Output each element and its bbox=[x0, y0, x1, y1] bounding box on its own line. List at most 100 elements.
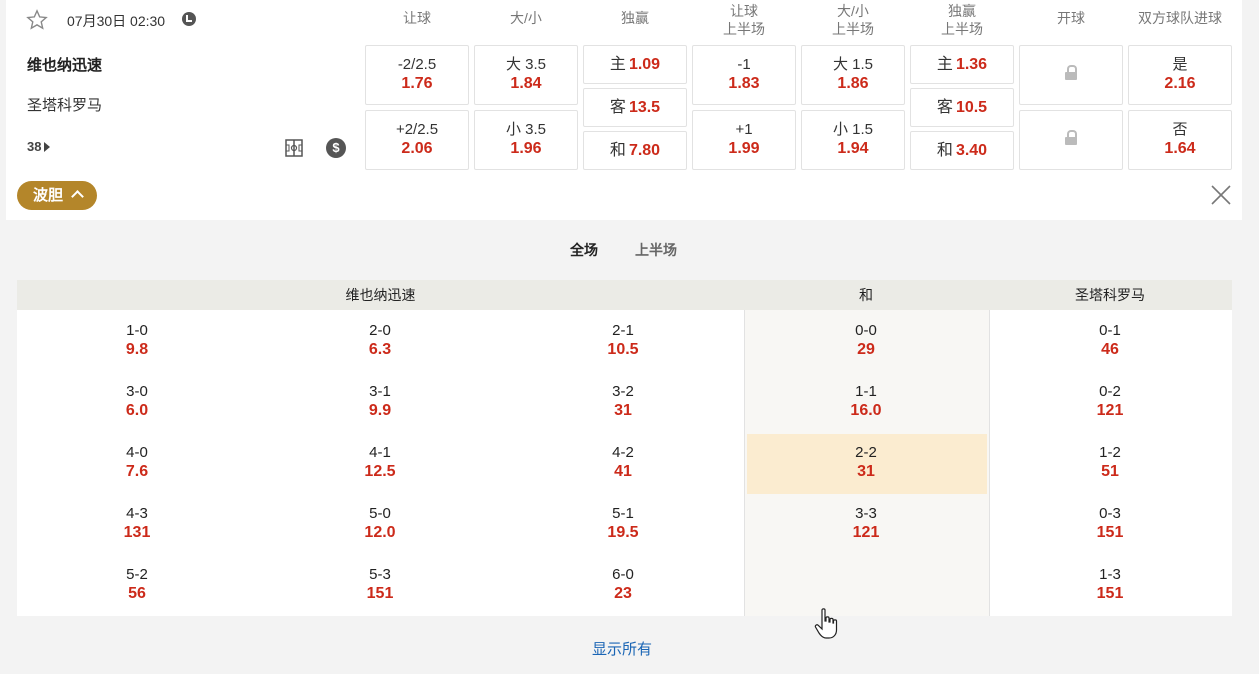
score-cell[interactable]: 1-0 9.8 bbox=[17, 321, 257, 360]
score-cell[interactable]: 1-2 51 bbox=[990, 443, 1230, 482]
odds-cell-handicap-1h[interactable]: +1 1.99 bbox=[692, 110, 796, 170]
odds-cell-handicap-1h[interactable]: -1 1.83 bbox=[692, 45, 796, 105]
more-markets-link[interactable]: 38 bbox=[27, 139, 51, 154]
odds-cell-over-under-1h[interactable]: 小 1.5 1.94 bbox=[801, 110, 905, 170]
score-cell[interactable]: 0-1 46 bbox=[990, 321, 1230, 360]
odds-line: +2/2.5 bbox=[395, 121, 439, 138]
score-cell[interactable]: 5-1 19.5 bbox=[503, 504, 743, 543]
odds-line: +1 bbox=[735, 121, 753, 138]
score-odds: 12.5 bbox=[364, 463, 396, 480]
score-cell[interactable]: 2-1 10.5 bbox=[503, 321, 743, 360]
odds-line: 小 1.5 bbox=[832, 121, 874, 138]
score-label: 4-0 bbox=[126, 444, 148, 461]
tab-full-time[interactable]: 全场 bbox=[570, 240, 598, 260]
score-cell[interactable]: 0-3 151 bbox=[990, 504, 1230, 543]
odds-cell-btts[interactable]: 是 2.16 bbox=[1128, 45, 1232, 105]
score-label: 3-1 bbox=[369, 383, 391, 400]
score-cell[interactable]: 4-0 7.6 bbox=[17, 443, 257, 482]
odds-value: 1.36 bbox=[955, 55, 988, 73]
score-cell[interactable]: 0-0 29 bbox=[746, 321, 986, 360]
odds-cell-moneyline[interactable]: 客 13.5 bbox=[583, 88, 687, 127]
score-odds: 31 bbox=[857, 463, 875, 480]
hand-cursor-icon bbox=[814, 608, 838, 639]
cash-out-icon[interactable]: $ bbox=[326, 138, 346, 158]
odds-line: -1 bbox=[737, 56, 751, 73]
odds-line: 主 bbox=[609, 55, 626, 73]
score-cell[interactable]: 4-2 41 bbox=[503, 443, 743, 482]
score-odds: 31 bbox=[614, 402, 632, 419]
score-odds: 19.5 bbox=[607, 524, 639, 541]
score-odds: 46 bbox=[1101, 341, 1119, 358]
score-cell[interactable]: 4-3 131 bbox=[17, 504, 257, 543]
score-label: 1-2 bbox=[1099, 444, 1121, 461]
odds-cell-kickoff-locked bbox=[1019, 45, 1123, 105]
score-cell[interactable]: 5-3 151 bbox=[260, 565, 500, 604]
score-cell[interactable]: 0-2 121 bbox=[990, 382, 1230, 421]
score-cell[interactable]: 5-0 12.0 bbox=[260, 504, 500, 543]
header-draw: 和 bbox=[859, 287, 873, 303]
odds-value: 1.99 bbox=[728, 140, 760, 157]
score-label: 3-2 bbox=[612, 383, 634, 400]
caret-right-icon bbox=[44, 142, 51, 152]
close-icon[interactable] bbox=[1209, 183, 1233, 207]
column-header: 大/小 上半场 bbox=[832, 3, 874, 37]
odds-cell-moneyline[interactable]: 主 1.09 bbox=[583, 45, 687, 84]
odds-value: 13.5 bbox=[628, 98, 661, 116]
header-away-team: 圣塔科罗马 bbox=[1075, 287, 1145, 303]
odds-line: 大 3.5 bbox=[505, 56, 547, 73]
score-cell[interactable]: 6-0 23 bbox=[503, 565, 743, 604]
score-odds: 10.5 bbox=[607, 341, 639, 358]
score-odds: 121 bbox=[852, 524, 880, 541]
score-label: 1-3 bbox=[1099, 566, 1121, 583]
score-cell[interactable]: 1-1 16.0 bbox=[746, 382, 986, 421]
odds-cell-over-under[interactable]: 大 3.5 1.84 bbox=[474, 45, 578, 105]
odds-value: 2.06 bbox=[401, 140, 433, 157]
correct-score-table: 维也纳迅速 和 圣塔科罗马 1-0 9.8 3-0 6.0 4-0 7.6 4-3 131 5-… bbox=[17, 280, 1232, 616]
odds-cell-moneyline[interactable]: 和 7.80 bbox=[583, 131, 687, 170]
lock-icon bbox=[1065, 130, 1077, 146]
correct-score-toggle[interactable]: 波胆 bbox=[17, 181, 97, 210]
score-cell[interactable]: 5-2 56 bbox=[17, 565, 257, 604]
score-odds: 121 bbox=[1096, 402, 1124, 419]
away-team-name: 圣塔科罗马 bbox=[27, 97, 103, 114]
score-cell[interactable]: 3-3 121 bbox=[746, 504, 986, 543]
odds-cell-over-under[interactable]: 小 3.5 1.96 bbox=[474, 110, 578, 170]
odds-cell-moneyline-1h[interactable]: 和 3.40 bbox=[910, 131, 1014, 170]
odds-cell-handicap[interactable]: -2/2.5 1.76 bbox=[365, 45, 469, 105]
favorite-star-icon[interactable] bbox=[26, 9, 48, 31]
score-label: 5-3 bbox=[369, 566, 391, 583]
score-cell[interactable]: 2-2 31 bbox=[746, 443, 986, 482]
score-label: 0-0 bbox=[855, 322, 877, 339]
score-label: 0-2 bbox=[1099, 383, 1121, 400]
score-odds: 23 bbox=[614, 585, 632, 602]
score-label: 1-0 bbox=[126, 322, 148, 339]
odds-cell-btts[interactable]: 否 1.64 bbox=[1128, 110, 1232, 170]
show-all-link[interactable]: 显示所有 bbox=[592, 638, 652, 659]
score-cell[interactable]: 2-0 6.3 bbox=[260, 321, 500, 360]
home-team-name: 维也纳迅速 bbox=[27, 57, 103, 74]
odds-value: 1.76 bbox=[401, 75, 433, 92]
pitch-stats-icon[interactable] bbox=[285, 139, 303, 157]
score-cell[interactable]: 4-1 12.5 bbox=[260, 443, 500, 482]
score-cell[interactable]: 3-0 6.0 bbox=[17, 382, 257, 421]
odds-line: 大 1.5 bbox=[832, 56, 874, 73]
column-header: 独赢 bbox=[621, 10, 649, 26]
score-cell[interactable]: 1-3 151 bbox=[990, 565, 1230, 604]
score-odds: 151 bbox=[366, 585, 394, 602]
odds-cell-over-under-1h[interactable]: 大 1.5 1.86 bbox=[801, 45, 905, 105]
tab-first-half[interactable]: 上半场 bbox=[635, 240, 677, 260]
score-odds: 12.0 bbox=[364, 524, 396, 541]
column-header: 开球 bbox=[1057, 10, 1085, 26]
odds-line: 主 bbox=[936, 55, 953, 73]
correct-score-toggle-label: 波胆 bbox=[33, 187, 64, 204]
score-label: 5-0 bbox=[369, 505, 391, 522]
odds-cell-handicap[interactable]: +2/2.5 2.06 bbox=[365, 110, 469, 170]
column-header: 独赢 上半场 bbox=[941, 3, 983, 37]
score-label: 4-1 bbox=[369, 444, 391, 461]
odds-cell-moneyline-1h[interactable]: 客 10.5 bbox=[910, 88, 1014, 127]
score-cell[interactable]: 3-2 31 bbox=[503, 382, 743, 421]
header-home-team: 维也纳迅速 bbox=[345, 287, 416, 303]
column-header: 让球 bbox=[403, 10, 431, 26]
odds-cell-moneyline-1h[interactable]: 主 1.36 bbox=[910, 45, 1014, 84]
score-cell[interactable]: 3-1 9.9 bbox=[260, 382, 500, 421]
